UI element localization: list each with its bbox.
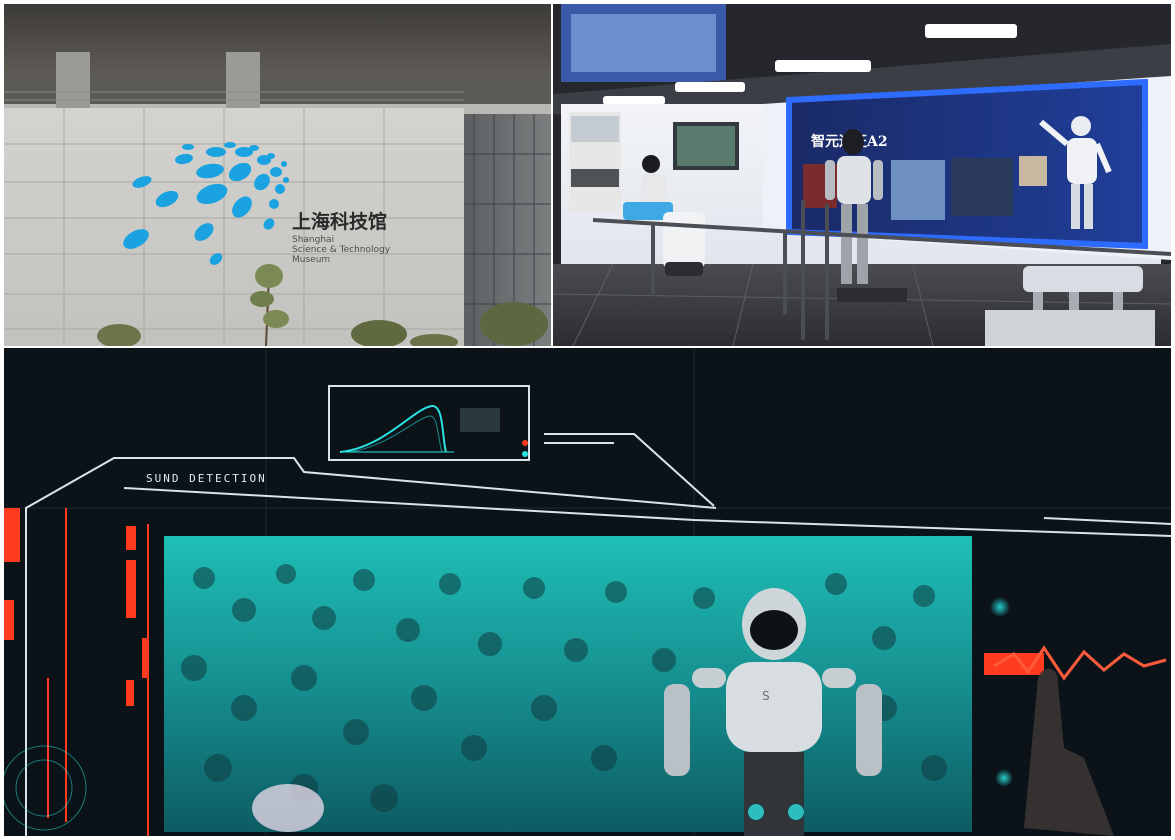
hud-title: SUND DETECTION [146, 472, 267, 485]
exhibit-illustration: 智元远征A2 [553, 4, 1171, 346]
museum-sign-en-1: Shanghai [292, 235, 334, 245]
column [56, 52, 90, 112]
museum-sign-en-2: Science & Technology [292, 245, 391, 255]
museum-sign-cn: 上海科技馆 [292, 210, 387, 233]
column [226, 52, 260, 112]
sound-detection-screen-photo: SUND DETECTION S [4, 348, 1171, 836]
svg-text:S: S [762, 689, 770, 703]
museum-facade-photo: 上海科技馆 Shanghai Science & Technology Muse… [4, 4, 551, 346]
robot-exhibit-photo: 智元远征A2 [553, 4, 1171, 346]
hud-illustration: SUND DETECTION S [4, 348, 1171, 836]
facade-illustration: 上海科技馆 Shanghai Science & Technology Muse… [4, 4, 551, 346]
museum-sign-en-3: Museum [292, 255, 330, 265]
